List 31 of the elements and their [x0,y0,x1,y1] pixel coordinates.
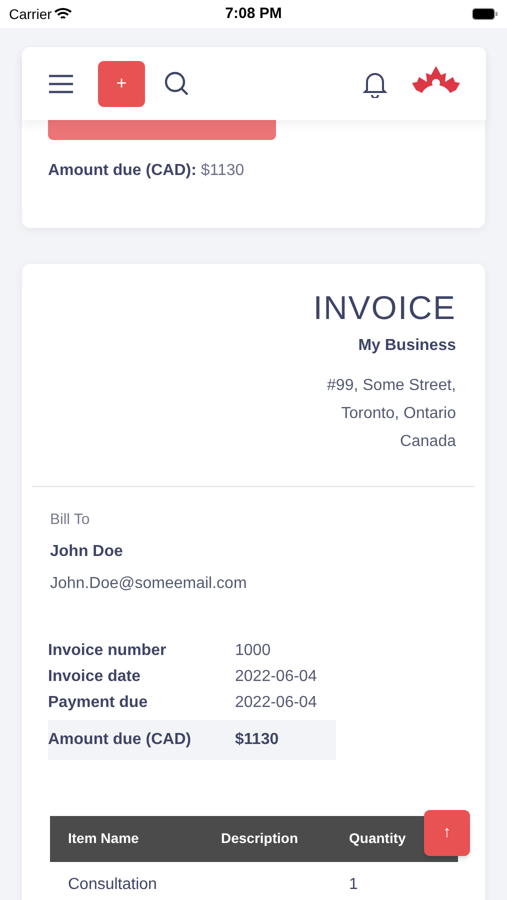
address-line: Canada [400,432,456,452]
client-name: John Doe [50,542,124,562]
client-email: John.Doe@someemail.com [50,574,248,594]
scroll-to-top-button[interactable]: ↑ [424,810,470,856]
detail-label: Invoice date [48,666,142,686]
add-button[interactable]: + [98,60,145,106]
clock-label: 7:08 PM [225,4,282,24]
wifi-icon [54,7,72,21]
invoice-title: INVOICE [313,288,456,328]
amount-due-text: Amount due (CAD): $1130 [48,161,246,181]
carrier-label: Carrier [9,4,52,24]
detail-value: $1130 [235,730,279,750]
menu-icon[interactable] [48,74,74,94]
bill-to-label: Bill To [50,510,91,530]
column-header: Item Name [68,830,139,846]
table-cell-text: 1 [349,874,359,894]
column-header: Quantity [349,830,406,846]
detail-label: Invoice number [48,640,168,660]
detail-value: 2022-06-04 [235,692,317,712]
detail-value: 1000 [235,640,271,660]
detail-label: Payment due [48,692,149,712]
table-cell-text: Consultation [67,874,158,894]
detail-label: Amount due (CAD) [48,730,192,750]
detail-value: 2022-06-04 [235,666,317,686]
battery-icon [472,8,498,20]
search-icon[interactable] [164,70,190,96]
address-line: #99, Some Street, [327,376,456,396]
business-name: My Business [358,336,456,356]
record-payment-button[interactable] [48,118,276,140]
column-header: Description [221,830,298,846]
address-line: Toronto, Ontario [341,404,456,424]
